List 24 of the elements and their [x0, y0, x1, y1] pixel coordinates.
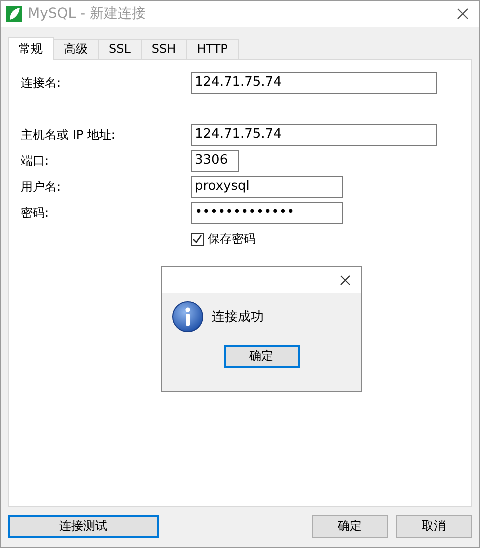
tab[interactable]: HTTP [186, 39, 239, 59]
window-title: MySQL - 新建连接 [28, 5, 148, 23]
app-logo-icon [6, 6, 22, 22]
checkbox[interactable] [191, 233, 204, 246]
close-icon[interactable] [457, 8, 469, 20]
field-label: 连接名: [21, 74, 62, 92]
dialog-button[interactable]: 连接测试 [8, 515, 159, 538]
close-icon[interactable] [340, 274, 351, 286]
input-field[interactable]: 3306 [191, 150, 239, 172]
input-field[interactable]: proxysql [191, 176, 343, 198]
message-text: 连接成功 [212, 309, 264, 326]
input-field[interactable]: ••••••••••••• [191, 202, 343, 224]
info-icon [172, 301, 204, 333]
field-label: 端口: [21, 152, 50, 170]
tab[interactable]: 常规 [8, 37, 54, 60]
field-label: 主机名或 IP 地址: [21, 126, 116, 144]
ok-button[interactable]: 确定 [224, 345, 300, 368]
field-label: 密码: [21, 204, 50, 222]
checkbox-label: 保存密码 [208, 231, 256, 248]
dialog-button[interactable]: 确定 [312, 515, 388, 538]
field-label: 用户名: [21, 178, 62, 196]
dialog-button[interactable]: 取消 [396, 515, 472, 538]
input-field[interactable]: 124.71.75.74 [191, 72, 437, 94]
input-field[interactable]: 124.71.75.74 [191, 124, 437, 146]
